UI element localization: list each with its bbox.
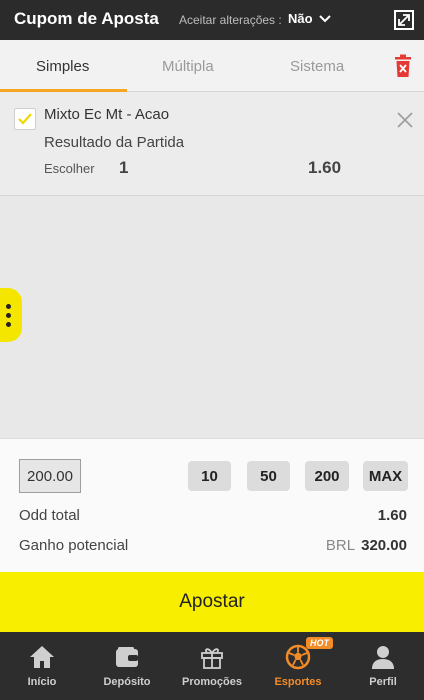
user-icon	[372, 646, 394, 669]
currency-code: BRL	[325, 537, 356, 554]
place-bet-button[interactable]: Apostar	[0, 572, 424, 632]
stake-panel: 10 50 200 MAX Odd total 1.60 Ganho poten…	[0, 438, 424, 572]
quick-stake-max-button[interactable]: MAX	[363, 461, 408, 491]
more-dots-icon-dot	[5, 312, 11, 318]
selection-odd: 1.60	[308, 158, 342, 177]
tab-multipla[interactable]: Múltipla	[162, 58, 214, 75]
odd-total-value: 1.60	[377, 507, 407, 524]
nav-item-promocoes[interactable]: Promoções	[170, 632, 254, 700]
hot-badge: HOT	[306, 637, 333, 649]
nav-label-esportes: Esportes	[274, 676, 322, 688]
nav-label-deposito: Depósito	[103, 676, 151, 688]
bet-selection: Mixto Ec Mt - Acao Resultado da Partida …	[0, 92, 424, 196]
tab-sistema[interactable]: Sistema	[290, 58, 344, 75]
odd-total-label: Odd total	[19, 507, 80, 524]
accept-changes-value: Não	[288, 11, 313, 26]
trash-icon[interactable]	[393, 54, 413, 78]
nav-item-inicio[interactable]: Início	[0, 632, 84, 700]
close-icon[interactable]	[397, 112, 413, 128]
wallet-icon	[116, 647, 138, 667]
potential-win-label: Ganho potencial	[19, 537, 129, 554]
tab-simples[interactable]: Simples	[36, 58, 89, 75]
gift-icon	[201, 648, 223, 669]
market-name: Resultado da Partida	[44, 134, 185, 151]
choose-label: Escolher	[44, 161, 95, 176]
betslip-header: Cupom de Aposta Aceitar alterações : Não	[0, 0, 424, 40]
expand-icon[interactable]	[394, 10, 414, 30]
accept-changes-dropdown[interactable]: Não	[288, 11, 331, 26]
event-name: Mixto Ec Mt - Acao	[44, 106, 170, 123]
checkmark-icon	[18, 113, 32, 125]
home-icon	[30, 646, 54, 668]
nav-item-perfil[interactable]: Perfil	[341, 632, 424, 700]
bet-selection-checkbox[interactable]	[14, 108, 36, 130]
chevron-down-icon	[318, 14, 331, 22]
accept-changes-label: Aceitar alterações :	[179, 13, 282, 27]
quick-stake-10-button[interactable]: 10	[188, 461, 231, 491]
nav-label-inicio: Início	[27, 676, 57, 688]
bet-type-tabs: Simples Múltipla Sistema	[0, 40, 424, 92]
more-dots-icon	[5, 303, 11, 309]
nav-item-deposito[interactable]: Depósito	[85, 632, 169, 700]
potential-win-amount: BRL 320.00	[326, 537, 407, 554]
nav-label-perfil: Perfil	[369, 676, 397, 688]
potential-win-value: 320.00	[361, 537, 407, 554]
selection-choice: 1	[119, 158, 129, 177]
quick-stake-50-button[interactable]: 50	[247, 461, 290, 491]
quick-stake-200-button[interactable]: 200	[305, 461, 349, 491]
nav-label-promocoes: Promoções	[182, 676, 242, 688]
more-dots-icon-dot	[5, 321, 11, 327]
betslip-title: Cupom de Aposta	[14, 9, 159, 28]
bottom-navigation: Início Depósito Promoções Esportes HOT P…	[0, 632, 424, 700]
stake-input[interactable]	[19, 459, 81, 493]
side-menu-handle[interactable]	[0, 288, 22, 342]
